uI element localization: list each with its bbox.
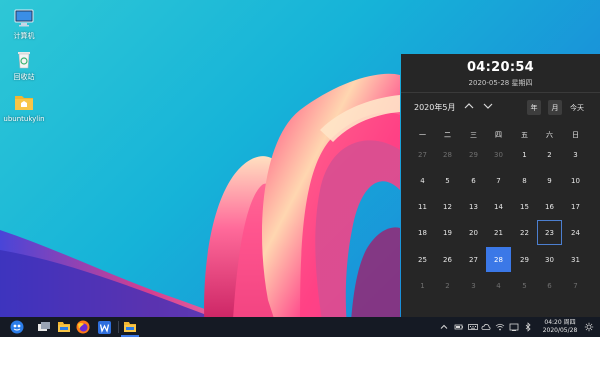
taskbar-app-firefox[interactable]: [75, 320, 91, 334]
calendar-day-cell[interactable]: 4: [486, 273, 511, 298]
taskbar-clock-date[interactable]: 2020/05/28: [539, 327, 581, 335]
volume-icon[interactable]: [509, 322, 519, 332]
trash-icon: [18, 52, 30, 69]
calendar-day-cell[interactable]: 9: [537, 168, 562, 193]
calendar-day-cell[interactable]: 7: [486, 168, 511, 193]
taskbar-app-wps[interactable]: [96, 320, 112, 334]
home-folder-icon: [15, 96, 33, 110]
chevron-up-icon[interactable]: [463, 100, 475, 112]
calendar-day-cell[interactable]: 1: [410, 273, 435, 298]
calendar-day-cell[interactable]: 26: [435, 247, 460, 272]
year-view-button[interactable]: 年: [527, 100, 541, 115]
calendar-day-cell[interactable]: 13: [461, 194, 486, 219]
chevron-down-icon[interactable]: [482, 100, 494, 112]
battery-icon[interactable]: [454, 322, 464, 332]
taskbar-separator: [118, 321, 119, 333]
calendar-clock: 04:20:54: [466, 60, 535, 75]
today-button[interactable]: 今天: [567, 100, 587, 115]
calendar-day-cell[interactable]: 8: [512, 168, 537, 193]
desktop-icon-label: ubuntukylin: [3, 115, 45, 123]
bluetooth-icon[interactable]: [523, 322, 533, 332]
calendar-month-label[interactable]: 2020年5月: [414, 102, 455, 113]
calendar-day-cell[interactable]: 4: [410, 168, 435, 193]
weekday-label: 一: [419, 131, 426, 139]
calendar-day-cell[interactable]: 7: [563, 273, 588, 298]
calendar-day-cell[interactable]: 6: [537, 273, 562, 298]
weekday-label: 三: [470, 131, 477, 139]
calendar-day-cell[interactable]: 17: [563, 194, 588, 219]
file-manager-icon: [124, 322, 136, 332]
divider: [401, 92, 600, 93]
calendar-day-cell[interactable]: 16: [537, 194, 562, 219]
weekday-label: 六: [546, 131, 553, 139]
calendar-day-cell[interactable]: 12: [435, 194, 460, 219]
calendar-day-cell[interactable]: 11: [410, 194, 435, 219]
calendar-day-cell[interactable]: 29: [512, 247, 537, 272]
calendar-day-cell[interactable]: 14: [486, 194, 511, 219]
calendar-day-cell[interactable]: 30: [486, 142, 511, 167]
calendar-day-cell[interactable]: 6: [461, 168, 486, 193]
calendar-day-cell[interactable]: 20: [461, 220, 486, 245]
calendar-full-date: 2020-05-28 星期四: [468, 79, 533, 87]
desktop-icon-home[interactable]: ubuntukylin: [0, 92, 48, 123]
taskbar-clock-time[interactable]: 04:20 周四: [539, 319, 581, 327]
calendar-day-cell[interactable]: 1: [512, 142, 537, 167]
calendar-day-cell[interactable]: 15: [512, 194, 537, 219]
calendar-day-cell[interactable]: 3: [461, 273, 486, 298]
start-menu-button[interactable]: [9, 320, 25, 334]
calendar-day-cell[interactable]: 2: [537, 142, 562, 167]
desktop[interactable]: 计算机 回收站 ubuntukylin 04:20:54 2020-05-28 …: [0, 0, 600, 337]
chevron-up-icon[interactable]: [439, 322, 449, 332]
taskbar-app-files[interactable]: [56, 320, 72, 334]
show-desktop-button[interactable]: [36, 320, 52, 334]
weekday-label: 四: [495, 131, 502, 139]
calendar-day-cell[interactable]: 28: [486, 247, 511, 272]
show-desktop-icon: [38, 322, 50, 331]
cloud-icon[interactable]: [481, 322, 491, 332]
firefox-icon: [76, 320, 90, 334]
calendar-day-cell[interactable]: 21: [486, 220, 511, 245]
active-indicator: [121, 335, 139, 337]
start-menu-icon: [10, 320, 24, 334]
calendar-day-cell[interactable]: 2: [435, 273, 460, 298]
calendar-day-cell[interactable]: 5: [435, 168, 460, 193]
wps-writer-icon: [97, 320, 111, 334]
calendar-day-cell[interactable]: 18: [410, 220, 435, 245]
calendar-day-cell[interactable]: 3: [563, 142, 588, 167]
calendar-day-cell[interactable]: 29: [461, 142, 486, 167]
calendar-day-cell[interactable]: 27: [410, 142, 435, 167]
calendar-day-cell[interactable]: 24: [563, 220, 588, 245]
wifi-icon[interactable]: [495, 322, 505, 332]
calendar-day-cell[interactable]: 28: [435, 142, 460, 167]
desktop-icon-label: 计算机: [13, 32, 35, 40]
calendar-day-cell[interactable]: 23: [537, 220, 562, 245]
desktop-icon-trash[interactable]: 回收站: [0, 49, 48, 82]
computer-icon: [14, 9, 34, 27]
taskbar-app-files-open[interactable]: [122, 320, 138, 334]
notification-icon[interactable]: [584, 322, 594, 332]
desktop-icon-label: 回收站: [13, 73, 35, 81]
calendar-day-cell[interactable]: 31: [563, 247, 588, 272]
calendar-day-cell[interactable]: 27: [461, 247, 486, 272]
calendar-day-cell[interactable]: 19: [435, 220, 460, 245]
taskbar: 04:20 周四 2020/05/28: [0, 317, 600, 337]
keyboard-icon[interactable]: [468, 322, 478, 332]
calendar-day-cell[interactable]: 30: [537, 247, 562, 272]
calendar-day-cell[interactable]: 5: [512, 273, 537, 298]
calendar-day-cell[interactable]: 25: [410, 247, 435, 272]
weekday-label: 二: [444, 131, 451, 139]
calendar-day-cell[interactable]: 22: [512, 220, 537, 245]
weekday-label: 日: [572, 131, 579, 139]
month-view-button[interactable]: 月: [548, 100, 562, 115]
desktop-icon-computer[interactable]: 计算机: [0, 8, 48, 41]
weekday-label: 五: [521, 131, 528, 139]
file-manager-icon: [58, 322, 70, 332]
calendar-panel: 04:20:54 2020-05-28 星期四 2020年5月 年 月 今天 一…: [401, 54, 600, 317]
calendar-day-cell[interactable]: 10: [563, 168, 588, 193]
